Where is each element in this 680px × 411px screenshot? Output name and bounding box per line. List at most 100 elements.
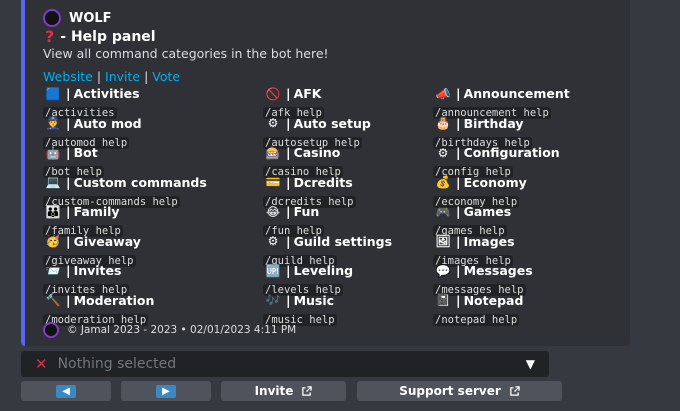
field-separator: | — [456, 263, 461, 278]
field-name-text: Bot — [73, 145, 98, 160]
invite-link[interactable]: Invite — [105, 69, 140, 84]
field-name: 💰 | Economy — [433, 175, 613, 190]
field-name: 👮 | Auto mod — [43, 116, 223, 131]
category-icon: 🥳 — [45, 234, 61, 248]
category-icon: 📓 — [435, 293, 451, 307]
field-name: ⚙ | Auto setup — [263, 116, 443, 131]
vote-link[interactable]: Vote — [152, 69, 180, 84]
field-name-text: Images — [463, 233, 515, 249]
field-name: 🖼 | Images — [433, 234, 613, 249]
field-name-text: Notepad — [463, 292, 524, 308]
field-separator: | — [286, 233, 291, 249]
category-icon: 🎮 — [435, 204, 451, 219]
field-separator: | — [456, 115, 461, 131]
field-name-text: Family — [73, 204, 120, 219]
field-name-text: Games — [463, 204, 512, 219]
field-name-text: Leveling — [293, 263, 354, 278]
field-name: 🥳 | Giveaway — [43, 234, 223, 249]
field-separator: | — [286, 204, 291, 219]
field-separator: | — [66, 263, 71, 278]
field-separator: | — [456, 86, 461, 101]
category-icon: 😂 — [265, 204, 281, 219]
field-name-text: Dcredits — [293, 174, 353, 190]
help-embed: WOLF ? - Help panel View all command cat… — [21, 0, 630, 346]
field-name: 🤖 | Bot — [43, 145, 223, 160]
author-avatar — [43, 9, 61, 27]
field-name: 📨 | Invites — [43, 263, 223, 278]
field-name-text: Messages — [463, 263, 533, 278]
invite-button[interactable]: Invite — [221, 381, 346, 401]
embed-author: WOLF — [43, 9, 112, 27]
support-server-button[interactable]: Support server — [357, 381, 562, 401]
embed-footer: © Jamal 2023 - 2023 • 02/01/2023 4:11 PM — [43, 322, 296, 338]
field-separator: | — [286, 145, 291, 160]
x-mark-icon: ✕ — [35, 355, 48, 373]
field-separator: | — [456, 233, 461, 249]
footer-avatar — [43, 322, 59, 338]
field-separator: | — [286, 86, 291, 101]
category-icon: 🖼 — [435, 234, 451, 248]
category-icon: 🎰 — [265, 145, 281, 160]
arrow-left-icon: ◀ — [56, 384, 76, 398]
field-separator: | — [286, 263, 291, 278]
field-name: 😂 | Fun — [263, 204, 443, 219]
field-separator: | — [286, 174, 291, 190]
previous-button[interactable]: ◀ — [21, 381, 111, 401]
next-button[interactable]: ▶ — [121, 381, 211, 401]
field-name: 🆙 | Leveling — [263, 263, 443, 278]
embed-description: View all command categories in the bot h… — [43, 46, 329, 61]
field-separator: | — [286, 292, 291, 308]
field-name: ⚙ | Configuration — [433, 145, 613, 160]
field-name-text: Music — [293, 292, 335, 308]
field-separator: | — [456, 145, 461, 160]
link-separator: | — [96, 69, 102, 84]
field-name-text: Announcement — [463, 86, 570, 101]
field-name-text: Giveaway — [73, 233, 141, 249]
support-button-label: Support server — [399, 384, 501, 398]
category-icon: 💻 — [45, 175, 61, 189]
field-name: 🟦 | Activities — [43, 86, 223, 101]
question-icon: ? — [45, 27, 55, 46]
website-link[interactable]: Website — [43, 69, 93, 84]
field-name-text: Auto setup — [293, 115, 371, 131]
category-icon: 💬 — [435, 263, 451, 278]
field-separator: | — [66, 233, 71, 249]
field-name: 💬 | Messages — [433, 263, 613, 278]
arrow-right-icon: ▶ — [156, 384, 176, 398]
category-icon: ⚙ — [437, 145, 449, 160]
category-select[interactable]: ✕ Nothing selected ▼ — [21, 351, 549, 377]
field-separator: | — [66, 145, 71, 160]
field-name: 📣 | Announcement — [433, 86, 613, 101]
command-code: /notepad help — [433, 313, 520, 326]
external-link-icon — [509, 385, 520, 396]
field-name-text: Activities — [73, 86, 140, 101]
field-name-text: Configuration — [463, 145, 560, 160]
field-separator: | — [456, 292, 461, 308]
field-separator: | — [66, 174, 71, 190]
embed-links: Website | Invite | Vote — [43, 69, 180, 84]
select-placeholder: Nothing selected — [57, 356, 177, 372]
invite-button-label: Invite — [254, 384, 294, 398]
field-name-text: Guild settings — [293, 233, 393, 249]
category-icon: 🟦 — [45, 86, 61, 101]
field-name-text: Casino — [293, 145, 341, 160]
category-icon: 💳 — [265, 175, 281, 189]
field-name-text: AFK — [293, 86, 322, 101]
field-name: 🔨 | Moderation — [43, 293, 223, 308]
link-separator: | — [144, 69, 149, 84]
field-name: 🎮 | Games — [433, 204, 613, 219]
field-name: 👪 | Family — [43, 204, 223, 219]
category-icon: 🤖 — [45, 145, 61, 160]
category-icon: 🎶 — [265, 293, 281, 307]
field-name-text: Fun — [293, 204, 320, 219]
category-icon: 🎂 — [435, 116, 451, 130]
category-icon: 💰 — [435, 175, 451, 189]
field-name: 🎶 | Music — [263, 293, 443, 308]
category-icon: 🆙 — [265, 263, 281, 278]
field-name: 🎂 | Birthday — [433, 116, 613, 131]
field-name-text: Auto mod — [73, 115, 142, 131]
field-name: 🚫 | AFK — [263, 86, 443, 101]
command-field: 📓 | Notepad/notepad help — [433, 293, 613, 327]
field-name: 🎰 | Casino — [263, 145, 443, 160]
field-separator: | — [66, 86, 71, 101]
